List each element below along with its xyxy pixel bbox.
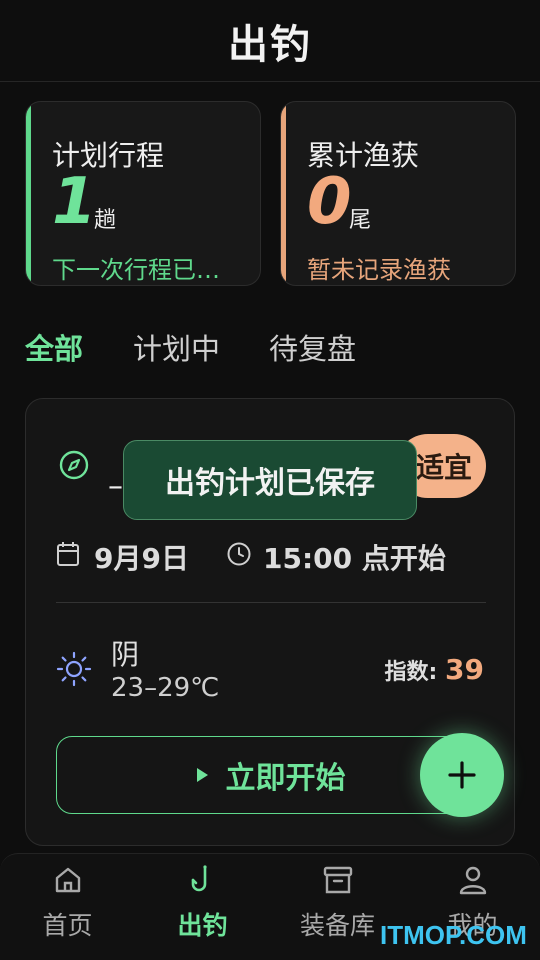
planned-trips-count: 1 (52, 165, 97, 239)
trip-date: 9月9日 (94, 542, 189, 575)
tab-pending-review[interactable]: 待复盘 (269, 326, 356, 368)
tab-planned[interactable]: 计划中 (133, 326, 220, 368)
planned-trips-note: 下一次行程已… (52, 256, 220, 284)
card-accent-bar (26, 102, 31, 285)
archive-icon (323, 866, 353, 894)
total-catch-card[interactable]: 累计渔获 0 尾 暂未记录渔获 (280, 101, 516, 286)
total-catch-count: 0 (307, 165, 352, 239)
saved-toast-text: 出钓计划已保存 (165, 466, 375, 501)
fishing-index-value: 39 (445, 653, 484, 686)
planned-trips-unit: 趟 (94, 208, 117, 233)
app-header: 出钓 (0, 0, 540, 82)
user-icon (459, 866, 487, 895)
suitability-text: 适宜 (415, 451, 472, 484)
planned-trips-card[interactable]: 计划行程 1 趟 下一次行程已… (25, 101, 261, 286)
weather-condition: 阴 (111, 638, 140, 671)
home-icon (55, 867, 81, 893)
plus-icon (448, 761, 476, 789)
trip-start-time: 15:00 点开始 (263, 542, 446, 575)
fishhook-icon (191, 865, 207, 892)
tab-all[interactable]: 全部 (25, 326, 83, 368)
total-catch-unit: 尾 (349, 208, 372, 233)
fishing-spot-name: – (108, 469, 123, 504)
fishing-index-label: 指数: (384, 660, 438, 685)
saved-toast: 出钓计划已保存 (123, 440, 417, 520)
schedule-row: 9月9日 15:00 点开始 (56, 535, 496, 575)
weather-sun-icon (56, 651, 92, 687)
calendar-icon (57, 542, 79, 566)
nav-label-home: 首页 (42, 911, 93, 940)
card-divider (56, 602, 486, 603)
watermark: ITMOP.COM (380, 920, 527, 950)
clock-icon (227, 542, 251, 566)
total-catch-note: 暂未记录渔获 (307, 256, 451, 284)
temperature-range: 23–29℃ (111, 673, 220, 703)
card-accent-bar (281, 102, 286, 285)
nav-item-home[interactable]: 首页 (0, 854, 135, 960)
page-title: 出钓 (228, 21, 312, 68)
fishing-index: 指数: 39 (385, 653, 484, 686)
add-plan-button[interactable] (420, 733, 504, 817)
compass-icon (59, 450, 89, 480)
nav-item-fishing[interactable]: 出钓 (135, 854, 270, 960)
play-icon (196, 768, 208, 782)
nav-label-fishing: 出钓 (177, 911, 228, 940)
start-now-label: 立即开始 (225, 761, 346, 796)
